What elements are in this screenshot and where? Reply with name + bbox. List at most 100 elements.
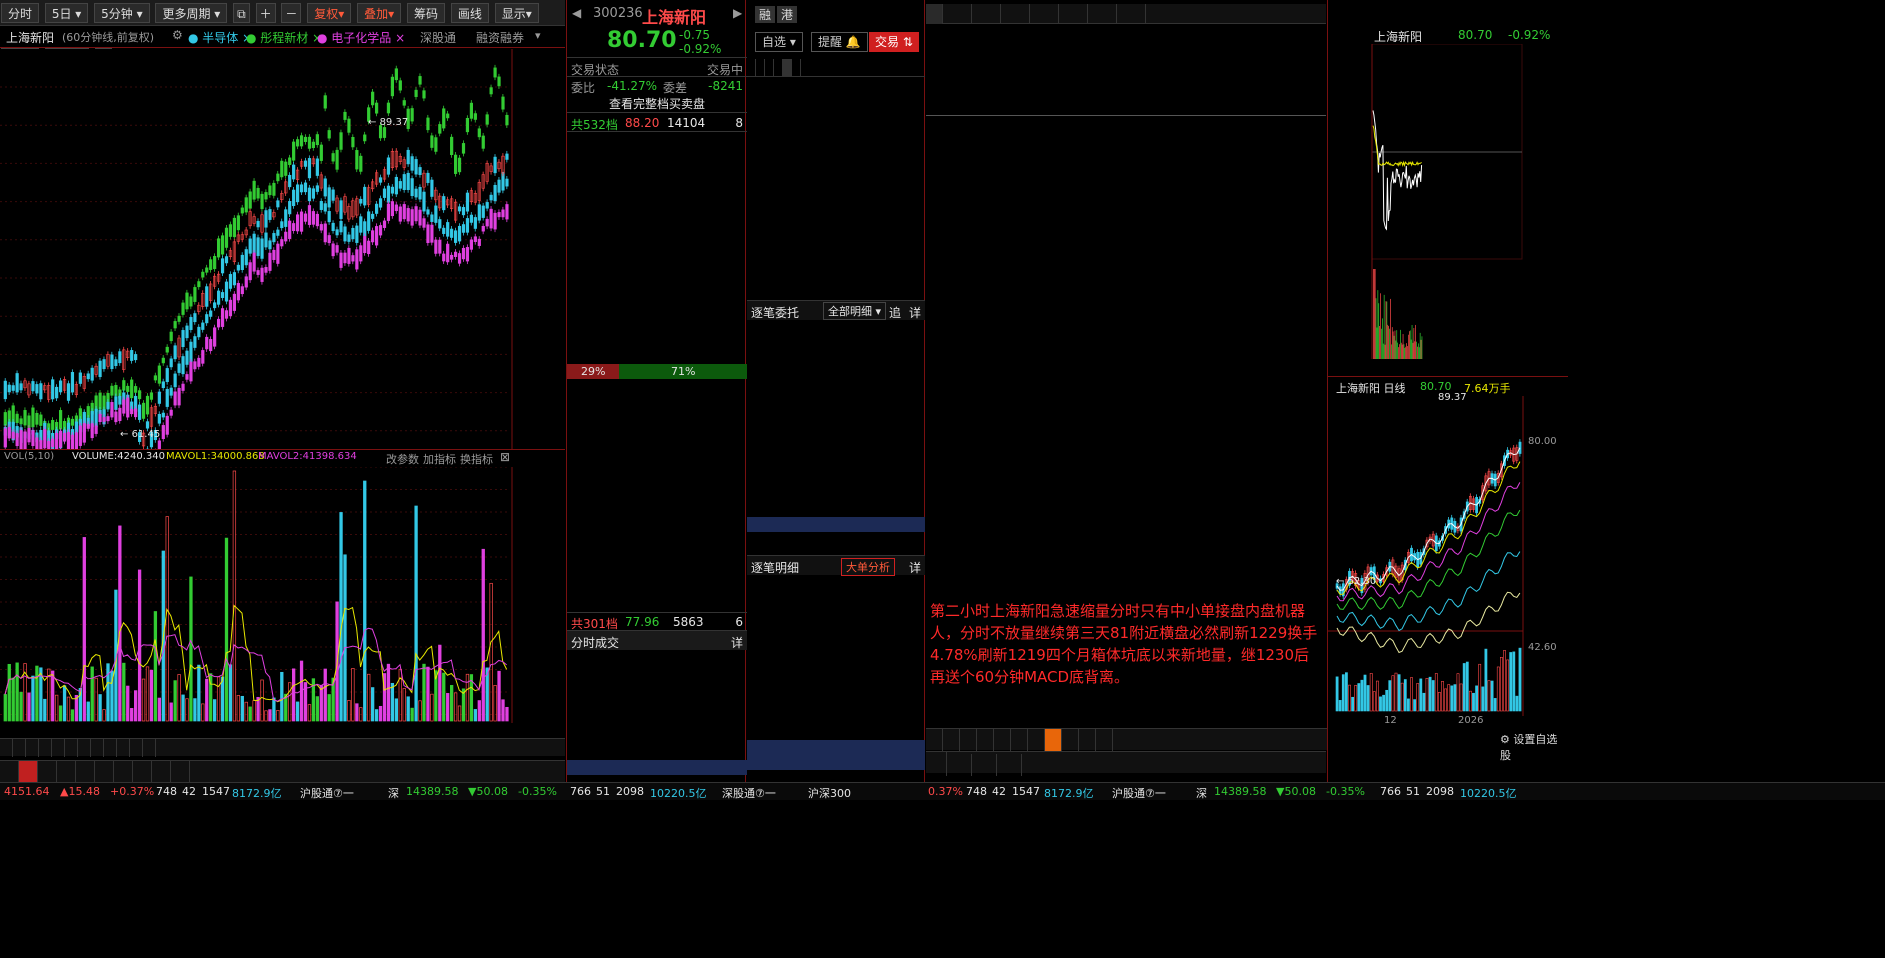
buy-level[interactable] <box>567 456 747 471</box>
tb-add[interactable]: ＋ <box>255 3 276 23</box>
market-row[interactable] <box>926 429 1326 447</box>
tb-minus[interactable]: － <box>281 3 302 23</box>
market-row[interactable] <box>926 61 1326 79</box>
market-row[interactable] <box>926 521 1326 539</box>
market-row[interactable] <box>926 319 1326 337</box>
buy-level[interactable] <box>567 486 747 501</box>
btn-ma-settings[interactable]: ▾ <box>535 29 541 42</box>
tb-icon-box[interactable]: ⧉ <box>233 3 250 23</box>
detail-tab-3[interactable] <box>774 59 783 77</box>
sell-level[interactable] <box>567 138 747 153</box>
tab-1[interactable] <box>13 739 26 757</box>
sz-connect[interactable]: 深股通⑦一 <box>722 785 776 801</box>
buy-level[interactable] <box>567 593 747 608</box>
settings-watchlist[interactable]: ⚙ 设置自选股 <box>1500 731 1568 762</box>
sell-level[interactable] <box>567 336 747 351</box>
btn-add-indicator[interactable]: 加指标 <box>423 451 456 467</box>
sell-level[interactable] <box>567 305 747 320</box>
buy-level[interactable] <box>567 471 747 486</box>
buy-level[interactable] <box>567 426 747 441</box>
tab-9[interactable] <box>117 739 130 757</box>
tab-7[interactable] <box>91 739 104 757</box>
market-row[interactable] <box>926 190 1326 208</box>
tab-5[interactable] <box>1011 729 1028 751</box>
buy-level[interactable] <box>567 441 747 456</box>
sell-level[interactable] <box>567 320 747 335</box>
market-row[interactable] <box>926 282 1326 300</box>
tb-huaxian[interactable]: 画线 <box>450 3 489 23</box>
tb-more-period[interactable]: 更多周期 ▾ <box>155 3 228 23</box>
buy-level[interactable] <box>567 517 747 532</box>
tab-6[interactable] <box>78 739 91 757</box>
market-row[interactable] <box>926 503 1326 521</box>
tab-4[interactable] <box>994 729 1011 751</box>
market-row[interactable] <box>926 301 1326 319</box>
sell-level[interactable] <box>567 214 747 229</box>
tb-diejia[interactable]: 叠加▾ <box>357 3 402 23</box>
tab-4[interactable] <box>52 739 65 757</box>
tab-2[interactable] <box>26 739 39 757</box>
tb-5min[interactable]: 5分钟 ▾ <box>94 3 150 23</box>
track-button[interactable]: 追 <box>889 304 901 321</box>
tb-chouma[interactable]: 筹码 <box>407 3 446 23</box>
watchlist-button[interactable]: 自选 ▾ <box>755 32 803 52</box>
buy-level[interactable] <box>567 380 747 395</box>
margin-badge[interactable]: 融 <box>755 6 776 23</box>
buy-level[interactable] <box>567 502 747 517</box>
sell-level[interactable] <box>567 153 747 168</box>
buy-level[interactable] <box>567 532 747 547</box>
market-row[interactable] <box>926 374 1326 392</box>
tab-11[interactable] <box>143 739 156 757</box>
sell-level[interactable] <box>567 275 747 290</box>
market-row[interactable] <box>926 80 1326 98</box>
tab-3[interactable] <box>977 729 994 751</box>
market-row[interactable] <box>926 245 1326 263</box>
sell-level[interactable] <box>567 168 747 183</box>
btn-sgt[interactable]: 深股通 <box>420 29 456 46</box>
big-order-button[interactable]: 大单分析 <box>841 558 895 576</box>
market-row[interactable] <box>926 98 1326 117</box>
tab-9[interactable] <box>1079 729 1096 751</box>
sell-level[interactable] <box>567 199 747 214</box>
market-row[interactable] <box>926 209 1326 227</box>
tab-0[interactable] <box>0 739 13 757</box>
market-row[interactable] <box>926 411 1326 429</box>
tab-4[interactable] <box>1030 4 1059 24</box>
btn-rzrq[interactable]: 融资融券 <box>476 29 524 46</box>
next-icon[interactable]: ▶ <box>733 6 742 20</box>
buy-level[interactable] <box>567 410 747 425</box>
tab-8[interactable] <box>1062 729 1079 751</box>
market-row[interactable] <box>926 577 1326 595</box>
market-row[interactable] <box>926 540 1326 558</box>
btn-switch-indicator[interactable]: 换指标 <box>460 451 493 467</box>
prev-icon[interactable]: ◀ <box>572 6 581 20</box>
tab-0[interactable] <box>947 754 972 776</box>
alert-button[interactable]: 提醒 🔔 <box>811 32 868 52</box>
tab-6[interactable] <box>1028 729 1045 751</box>
market-row[interactable] <box>926 227 1326 245</box>
market-row[interactable] <box>926 337 1326 355</box>
entrust-more[interactable]: 详 <box>909 304 921 321</box>
close-icon[interactable]: ⊠ <box>500 450 510 464</box>
market-row[interactable] <box>926 135 1326 153</box>
tab-1[interactable] <box>943 729 960 751</box>
detail-tab-1[interactable] <box>756 59 765 77</box>
btn-edit-params[interactable]: 改参数 <box>386 451 419 467</box>
market-row[interactable] <box>926 558 1326 576</box>
buy-level[interactable] <box>567 562 747 577</box>
tab-1[interactable] <box>972 754 997 776</box>
market-row[interactable] <box>926 172 1326 190</box>
market-row[interactable] <box>926 485 1326 503</box>
tab-2[interactable] <box>997 754 1022 776</box>
detail-tab-2[interactable] <box>765 59 774 77</box>
entrust-filter[interactable]: 全部明细 ▾ <box>823 302 887 320</box>
market-row[interactable] <box>926 117 1326 135</box>
full-book-link[interactable]: 查看完整档买卖盘 <box>567 95 747 113</box>
tick-more[interactable]: 详 <box>731 634 743 651</box>
sh-connect[interactable]: 沪股通⑦一 <box>300 785 354 801</box>
tb-fuquan[interactable]: 复权▾ <box>307 3 352 23</box>
tab-7[interactable] <box>1117 4 1146 24</box>
buy-level[interactable] <box>567 395 747 410</box>
buy-level[interactable] <box>567 547 747 562</box>
tab-1[interactable] <box>943 4 972 24</box>
